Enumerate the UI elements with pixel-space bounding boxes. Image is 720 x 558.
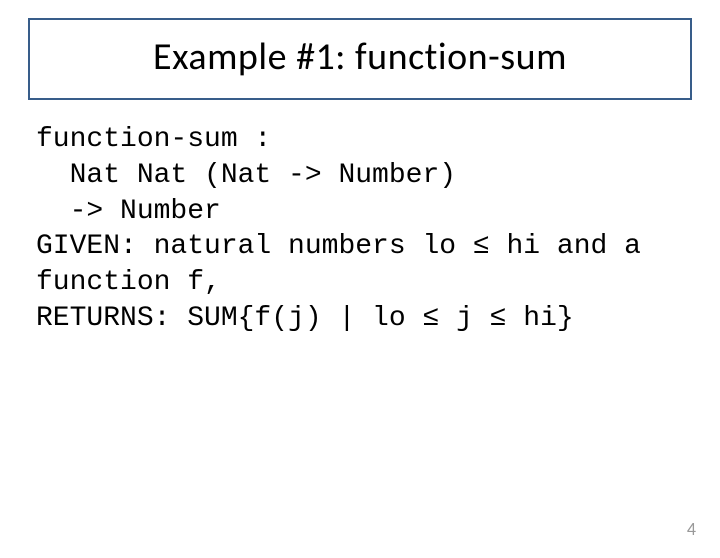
code-line-3: -> Number <box>36 196 221 227</box>
code-line-2: Nat Nat (Nat -> Number) <box>36 160 456 191</box>
slide-title-box: Example #1: function-sum <box>28 18 692 100</box>
code-line-6: RETURNS: SUM{f(j) | lo ≤ j ≤ hi} <box>36 303 574 334</box>
slide-title: Example #1: function-sum <box>40 34 680 80</box>
code-line-1: function-sum : <box>36 124 271 155</box>
code-line-5: function f, <box>36 267 221 298</box>
slide-body: function-sum : Nat Nat (Nat -> Number) -… <box>36 122 684 337</box>
page-number: 4 <box>687 518 696 540</box>
code-line-4: GIVEN: natural numbers lo ≤ hi and a <box>36 231 641 262</box>
